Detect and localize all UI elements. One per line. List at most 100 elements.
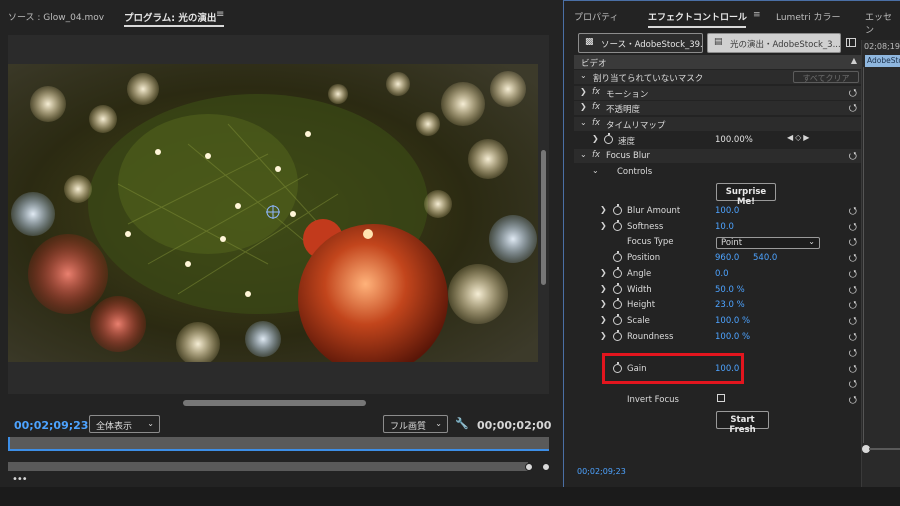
speed-value[interactable]: 100.00%	[715, 135, 753, 145]
chevron-right-icon[interactable]: ❯	[600, 221, 607, 230]
softness-row[interactable]: ❯ Softness 10.0 ⭯	[574, 220, 861, 234]
viewer-horizontal-scrollbar[interactable]	[183, 400, 366, 406]
reset-icon[interactable]: ⭯	[849, 267, 857, 284]
chevron-right-icon[interactable]: ❯	[600, 268, 607, 277]
roundness-value[interactable]: 100.0 %	[715, 332, 750, 342]
stopwatch-icon[interactable]	[613, 220, 622, 231]
fx-icon[interactable]: fx	[592, 150, 600, 160]
opacity-effect-row[interactable]: ❯ fx 不透明度 ⭯	[574, 101, 861, 115]
tab-program[interactable]: プログラム: 光の演出	[124, 10, 216, 24]
stopwatch-icon[interactable]	[613, 251, 622, 262]
chevron-right-icon[interactable]: ❯	[600, 299, 607, 308]
zoom-handle-left[interactable]	[525, 463, 533, 471]
invert-focus-checkbox[interactable]	[717, 394, 725, 402]
width-value[interactable]: 50.0 %	[715, 285, 745, 295]
chevron-down-icon[interactable]: ⌄	[580, 71, 587, 80]
collapse-up-icon[interactable]: ▲	[851, 56, 857, 65]
reset-icon[interactable]: ⭯	[849, 101, 857, 118]
stopwatch-icon[interactable]	[604, 133, 613, 144]
motion-effect-row[interactable]: ❯ fx モーション ⭯	[574, 86, 861, 100]
stopwatch-icon[interactable]	[613, 204, 622, 215]
height-row[interactable]: ❯ Height 23.0 % ⭯	[574, 298, 861, 312]
tab-effect-controls[interactable]: エフェクトコントロール	[648, 10, 747, 23]
reset-icon[interactable]: ⭯	[849, 346, 857, 363]
fx-icon[interactable]: fx	[592, 87, 600, 97]
chevron-down-icon[interactable]: ⌄	[580, 150, 587, 159]
playback-resolution-dropdown[interactable]: フル画質 ⌄	[383, 415, 448, 433]
blur-amount-row[interactable]: ❯ Blur Amount 100.0 ⭯	[574, 204, 861, 218]
effect-controls-timecode[interactable]: 00;02;09;23	[577, 467, 626, 476]
zoom-handle-right[interactable]	[542, 463, 550, 471]
reset-icon[interactable]: ⭯	[849, 235, 857, 252]
zoom-scroll-bar[interactable]	[8, 462, 528, 471]
zoom-fit-dropdown[interactable]: 全体表示 ⌄	[89, 415, 160, 433]
reset-icon[interactable]: ⭯	[849, 298, 857, 315]
playhead-timecode[interactable]: 00;02;09;23	[14, 419, 88, 432]
fx-icon[interactable]: fx	[592, 118, 600, 128]
more-controls-icon[interactable]: •••	[12, 474, 28, 485]
roundness-row[interactable]: ❯ Roundness 100.0 % ⭯	[574, 330, 861, 344]
chevron-right-icon[interactable]: ❯	[592, 134, 599, 143]
tab-source[interactable]: ソース : Glow_04.mov	[8, 10, 104, 23]
angle-value[interactable]: 0.0	[715, 269, 729, 279]
chevron-right-icon[interactable]: ❯	[580, 87, 587, 96]
unassigned-mask-label: 割り当てられていないマスク	[593, 74, 704, 84]
unassigned-mask-row[interactable]: ⌄ 割り当てられていないマスク すべてクリア	[574, 70, 861, 84]
position-x-value[interactable]: 960.0	[715, 253, 739, 263]
stopwatch-icon[interactable]	[613, 314, 622, 325]
effect-timeline-strip[interactable]	[861, 40, 900, 487]
source-clip-button[interactable]: ▩ ソース・AdobeStock_39...	[578, 33, 703, 53]
surprise-me-button[interactable]: Surprise Me!	[716, 183, 776, 207]
stopwatch-icon[interactable]	[613, 330, 622, 341]
reset-icon[interactable]: ⭯	[849, 377, 857, 394]
controls-group-row[interactable]: ⌄ Controls	[574, 165, 861, 179]
panel-menu-icon[interactable]: ≡	[216, 9, 224, 20]
position-row[interactable]: Position 960.0 540.0 ⭯	[574, 251, 861, 265]
sequence-clip-button[interactable]: ▤ 光の演出・AdobeStock_3...	[707, 33, 841, 53]
focus-blur-effect-row[interactable]: ⌄ fx Focus Blur ⭯	[574, 149, 861, 163]
reset-icon[interactable]: ⭯	[849, 251, 857, 268]
stopwatch-icon[interactable]	[613, 283, 622, 294]
fx-icon[interactable]: fx	[592, 102, 600, 112]
chevron-down-icon[interactable]: ⌄	[592, 166, 599, 175]
chevron-right-icon[interactable]: ❯	[600, 205, 607, 214]
reset-icon[interactable]: ⭯	[849, 314, 857, 331]
chevron-right-icon[interactable]: ❯	[600, 331, 607, 340]
chevron-right-icon[interactable]: ❯	[600, 315, 607, 324]
softness-value[interactable]: 10.0	[715, 222, 734, 232]
focus-type-dropdown[interactable]: Point ⌄	[716, 237, 820, 249]
playhead[interactable]	[8, 437, 10, 451]
scale-value[interactable]: 100.0 %	[715, 316, 750, 326]
reset-icon[interactable]: ⭯	[849, 330, 857, 347]
speed-row[interactable]: ❯ 速度 100.00% ◀◇▶	[574, 133, 861, 147]
viewer-vertical-scrollbar[interactable]	[541, 150, 546, 285]
reset-icon[interactable]: ⭯	[849, 393, 857, 410]
timeline-zoom-bar[interactable]	[869, 448, 900, 450]
position-y-value[interactable]: 540.0	[753, 253, 777, 263]
time-remap-row[interactable]: ⌄ fx タイムリマップ	[574, 117, 861, 131]
stopwatch-icon[interactable]	[613, 267, 622, 278]
toggle-timeline-icon[interactable]	[846, 38, 856, 47]
start-fresh-button[interactable]: Start Fresh	[716, 411, 769, 435]
angle-row[interactable]: ❯ Angle 0.0 ⭯	[574, 267, 861, 281]
clear-all-button[interactable]: すべてクリア	[793, 71, 859, 83]
tab-properties[interactable]: プロパティ	[574, 10, 618, 23]
tab-essential[interactable]: エッセン	[865, 10, 900, 36]
keyframe-navigator-icon[interactable]: ◀◇▶	[787, 133, 811, 142]
stopwatch-icon[interactable]	[613, 298, 622, 309]
wrench-icon[interactable]: 🔧	[455, 417, 469, 430]
video-frame[interactable]	[8, 64, 538, 362]
tab-lumetri-color[interactable]: Lumetri カラー	[776, 10, 840, 23]
chevron-right-icon[interactable]: ❯	[580, 102, 587, 111]
panel-menu-icon[interactable]: ≡	[753, 10, 761, 20]
video-section-header[interactable]: ビデオ ▲	[574, 55, 861, 69]
height-value[interactable]: 23.0 %	[715, 300, 745, 310]
scale-row[interactable]: ❯ Scale 100.0 % ⭯	[574, 314, 861, 328]
chevron-down-icon[interactable]: ⌄	[580, 118, 587, 127]
width-row[interactable]: ❯ Width 50.0 % ⭯	[574, 283, 861, 297]
timeline-clip[interactable]: AdobeSto	[865, 55, 900, 67]
blur-amount-value[interactable]: 100.0	[715, 206, 739, 216]
reset-icon[interactable]: ⭯	[849, 204, 857, 221]
chevron-right-icon[interactable]: ❯	[600, 284, 607, 293]
reset-icon[interactable]: ⭯	[849, 149, 857, 166]
